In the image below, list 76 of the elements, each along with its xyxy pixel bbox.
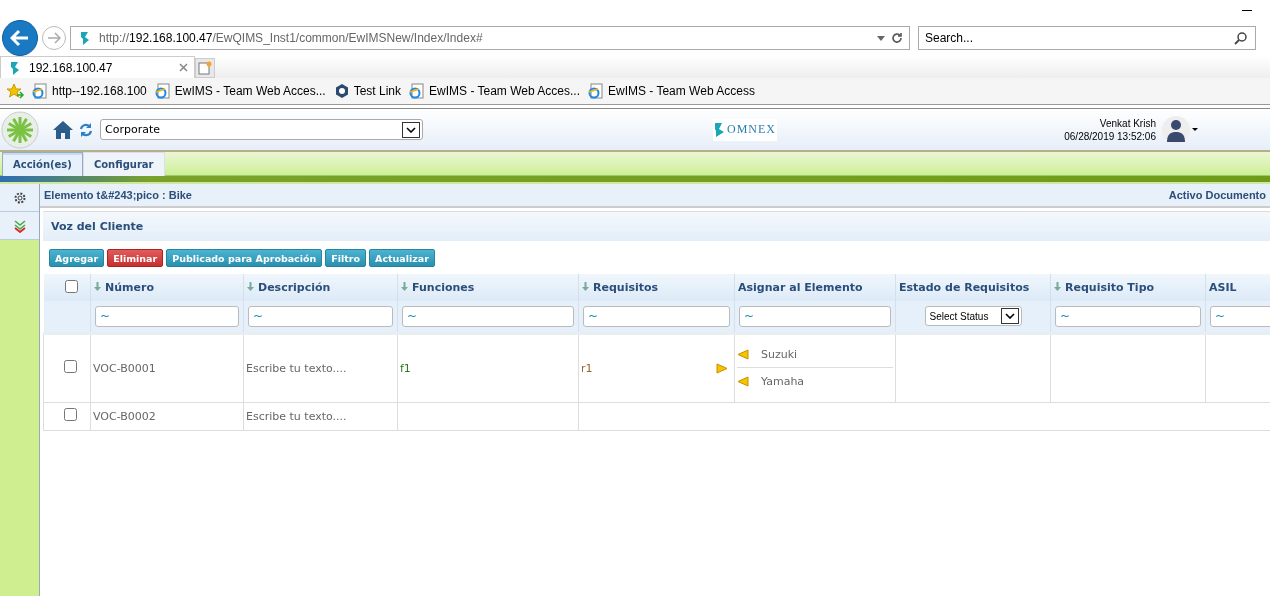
page-icon xyxy=(32,83,48,99)
table-cell: Escribe tu texto.... xyxy=(246,409,347,423)
table-cell: VOC-B0002 xyxy=(93,409,156,423)
page-icon xyxy=(409,83,426,99)
sort-arrow-icon xyxy=(401,282,408,291)
home-icon[interactable] xyxy=(52,119,74,140)
breadcrumb: Elemento t&#243;pico : Bike xyxy=(44,189,192,201)
assigned-item: Yamaha xyxy=(761,375,805,388)
column-header[interactable]: Número xyxy=(90,274,244,301)
menu-tab[interactable]: Configurar xyxy=(82,152,165,176)
back-button[interactable] xyxy=(2,20,38,56)
minimize-button[interactable] xyxy=(1242,9,1252,11)
filter-field[interactable]: ~ xyxy=(402,305,574,327)
favorite-link[interactable]: http--192.168.100 xyxy=(32,83,147,99)
menu-tab[interactable]: Acción(es) xyxy=(2,152,83,176)
assigned-item: Suzuki xyxy=(761,347,798,361)
column-header[interactable]: Estado de Requisitos xyxy=(895,274,1051,301)
table-cell: Escribe tu texto.... xyxy=(246,361,347,375)
toolbar-button[interactable]: Eliminar xyxy=(107,249,164,267)
sort-arrow-icon xyxy=(1054,282,1061,291)
unassign-arrow-icon[interactable] xyxy=(737,348,749,360)
column-header[interactable]: Requisitos xyxy=(578,274,735,301)
search-icon[interactable] xyxy=(1234,31,1248,45)
favorite-link[interactable]: EwIMS - Team Web Access xyxy=(588,83,755,99)
search-field[interactable]: Search... xyxy=(918,26,1256,50)
column-header[interactable]: Requisito Tipo xyxy=(1050,274,1206,301)
user-name: Venkat Krish xyxy=(1098,116,1156,130)
page-icon xyxy=(154,83,171,99)
close-icon[interactable] xyxy=(179,63,188,72)
chevrons-down-icon[interactable] xyxy=(12,218,27,233)
table-cell: f1 xyxy=(400,361,411,375)
row-checkbox[interactable] xyxy=(64,408,77,421)
filter-field[interactable]: ~ xyxy=(739,305,891,327)
filter-field[interactable]: ~ xyxy=(1210,305,1270,327)
status-select[interactable]: Select Status xyxy=(924,306,1022,327)
chevron-down-icon[interactable] xyxy=(406,126,416,133)
sort-arrow-icon xyxy=(94,282,101,291)
sort-arrow-icon xyxy=(582,282,589,291)
table-cell: VOC-B0001 xyxy=(93,361,156,375)
date-time: 06/28/2019 13:52:06 xyxy=(1064,129,1156,143)
chevron-down-icon[interactable] xyxy=(1004,313,1015,320)
hexagon-icon xyxy=(333,83,350,99)
settings-button[interactable] xyxy=(0,184,39,212)
sort-arrow-icon xyxy=(247,282,254,291)
favorite-link[interactable]: EwIMS - Team Web Acces... xyxy=(409,83,580,99)
column-header[interactable]: ASIL xyxy=(1205,274,1270,301)
unassign-arrow-icon[interactable] xyxy=(737,376,749,387)
refresh-icon[interactable] xyxy=(78,121,94,138)
column-header[interactable]: Descripción xyxy=(243,274,398,301)
filter-field[interactable]: ~ xyxy=(583,305,730,327)
filter-field[interactable]: ~ xyxy=(95,305,239,327)
back-arrow-icon[interactable] xyxy=(10,29,30,47)
browser-tab[interactable]: 192.168.100.47 xyxy=(0,56,195,78)
table-cell: r1 xyxy=(581,361,593,375)
column-header[interactable]: Asignar al Elemento xyxy=(734,274,896,301)
refresh-icon[interactable] xyxy=(891,32,903,44)
column-header[interactable]: Funciones xyxy=(397,274,579,301)
forward-arrow-icon[interactable] xyxy=(47,32,61,44)
favorite-link[interactable]: EwIMS - Team Web Acces... xyxy=(154,83,326,99)
user-avatar-icon[interactable] xyxy=(1162,114,1198,145)
favorites-star-icon[interactable] xyxy=(6,83,24,99)
filter-field[interactable]: ~ xyxy=(248,305,393,327)
document-status: Activo Documento xyxy=(1168,189,1266,201)
filter-field[interactable]: ~ xyxy=(1055,305,1201,327)
settings-icon[interactable] xyxy=(12,190,27,205)
address-field[interactable]: http://192.168.100.47/EwQIMS_Inst1/common/EwIMSNew/Index/Index# xyxy=(70,26,910,50)
select-all-checkbox[interactable] xyxy=(64,279,78,293)
organization-select[interactable]: Corporate xyxy=(100,119,423,140)
favorite-link[interactable]: Test Link xyxy=(333,83,402,99)
assign-arrow-icon[interactable] xyxy=(716,362,728,374)
panel-title: Voz del Cliente xyxy=(43,211,1270,241)
collapse-button[interactable] xyxy=(0,212,39,240)
page-icon xyxy=(588,83,604,99)
company-logo: OMNEX xyxy=(713,118,777,141)
row-checkbox[interactable] xyxy=(64,360,77,373)
dropdown-icon[interactable] xyxy=(877,35,885,41)
